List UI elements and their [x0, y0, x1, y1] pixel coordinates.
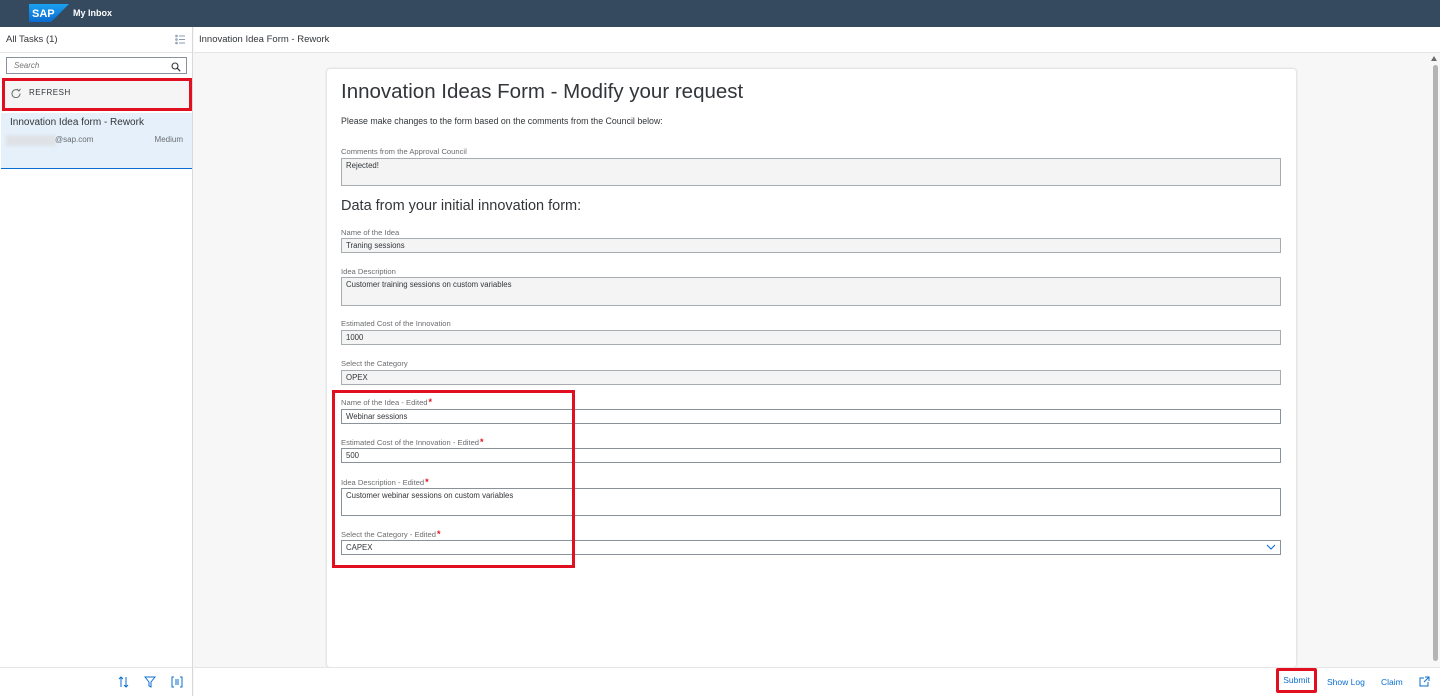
task-email: @sap.com — [55, 135, 94, 144]
idea-name-label: Name of the Idea — [341, 228, 400, 237]
task-count-title: All Tasks (1) — [6, 34, 58, 45]
scrollbar-thumb[interactable] — [1433, 65, 1438, 661]
master-footer — [0, 667, 192, 696]
breadcrumb: Innovation Idea Form - Rework — [199, 34, 330, 45]
search-icon[interactable] — [171, 61, 181, 75]
redacted-email — [6, 135, 56, 146]
comments-label: Comments from the Approval Council — [341, 147, 467, 156]
filter-icon[interactable] — [143, 676, 157, 691]
refresh-button[interactable]: REFRESH — [2, 78, 192, 111]
svg-text:SAP: SAP — [32, 8, 55, 20]
scroll-up-icon[interactable] — [1431, 56, 1437, 61]
claim-button[interactable]: Claim — [1381, 677, 1403, 687]
idea-description-field[interactable]: Customer training sessions on custom var… — [341, 277, 1281, 306]
edited-fields-highlight — [332, 390, 575, 568]
scrollbar[interactable] — [1429, 53, 1440, 667]
category-label: Select the Category — [341, 359, 408, 368]
comments-field[interactable]: Rejected! — [341, 158, 1281, 186]
refresh-label: REFRESH — [29, 88, 71, 97]
search-field[interactable] — [6, 57, 187, 74]
external-link-icon[interactable] — [1419, 676, 1430, 689]
master-header: All Tasks (1) — [0, 27, 192, 53]
master-pane: All Tasks (1) REFRESH Innovation Idea fo… — [0, 27, 193, 696]
detail-header: Innovation Idea Form - Rework — [194, 27, 1440, 53]
section-title: Data from your initial innovation form: — [341, 198, 582, 214]
detail-footer: Show Log Claim — [194, 667, 1440, 696]
sap-logo[interactable]: SAP — [29, 4, 69, 22]
form-subtitle: Please make changes to the form based on… — [341, 116, 663, 126]
cost-field[interactable]: 1000 — [341, 330, 1281, 345]
app-title: My Inbox — [73, 8, 113, 18]
page-title: Innovation Ideas Form - Modify your requ… — [341, 80, 744, 103]
list-settings-icon[interactable] — [175, 34, 186, 45]
search-input[interactable] — [7, 61, 167, 70]
list-item[interactable]: Innovation Idea form - Rework @sap.com M… — [1, 113, 192, 169]
sort-icon[interactable] — [118, 676, 130, 691]
cost-label: Estimated Cost of the Innovation — [341, 319, 451, 328]
task-title: Innovation Idea form - Rework — [10, 117, 144, 128]
shell-bar: SAP My Inbox — [0, 0, 1440, 27]
group-icon[interactable] — [171, 676, 183, 691]
chevron-down-icon[interactable] — [1266, 544, 1276, 554]
refresh-icon — [11, 87, 21, 101]
idea-name-field[interactable]: Traning sessions — [341, 238, 1281, 253]
show-log-button[interactable]: Show Log — [1327, 677, 1365, 687]
submit-button[interactable]: Submit — [1280, 673, 1313, 688]
task-priority: Medium — [154, 135, 183, 144]
idea-description-label: Idea Description — [341, 267, 396, 276]
category-field[interactable]: OPEX — [341, 370, 1281, 385]
